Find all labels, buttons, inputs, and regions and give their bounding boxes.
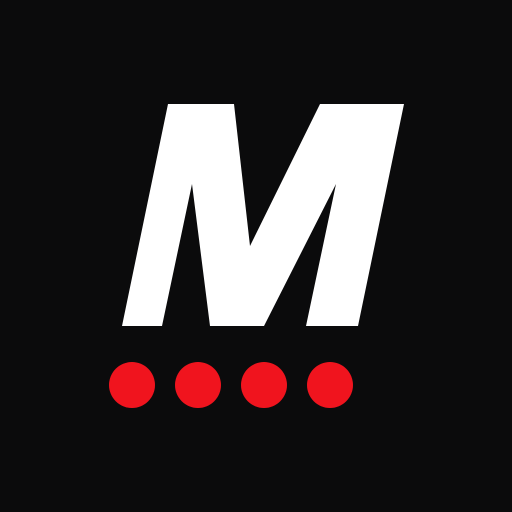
red-dot-3: [241, 362, 287, 408]
red-dot-2: [175, 362, 221, 408]
logo-m-glyph: [122, 104, 404, 326]
red-dot-4: [307, 362, 353, 408]
app-icon: [0, 0, 512, 512]
logo-dots: [109, 362, 353, 408]
red-dot-1: [109, 362, 155, 408]
logo-m-letter: [122, 104, 404, 326]
